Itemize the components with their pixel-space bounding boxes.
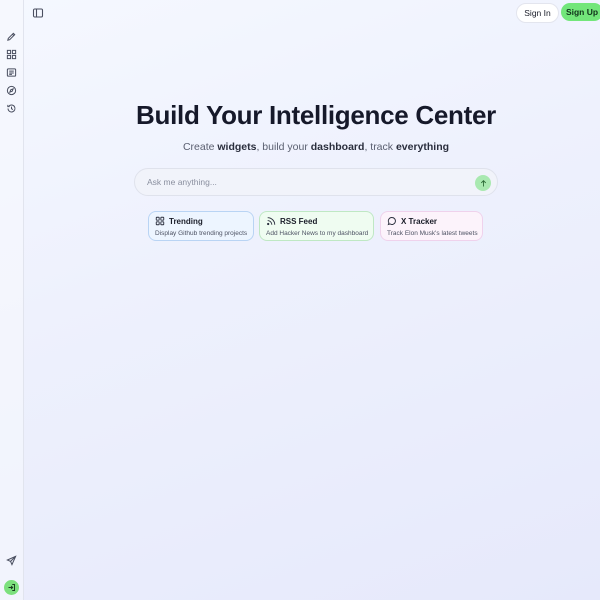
ask-search-box <box>134 168 498 196</box>
sidebar <box>0 0 24 600</box>
card-description: Track Elon Musk's latest tweets <box>387 230 478 237</box>
edit-icon[interactable] <box>6 31 17 42</box>
ask-input[interactable] <box>145 176 469 188</box>
card-title: RSS Feed <box>280 216 318 226</box>
rss-icon <box>267 217 276 226</box>
suggestion-card-trending[interactable]: Trending Display Github trending project… <box>148 211 254 241</box>
compass-icon[interactable] <box>6 85 17 96</box>
send-icon[interactable] <box>6 555 17 566</box>
grid-icon <box>155 216 165 226</box>
widgets-icon[interactable] <box>6 49 17 60</box>
suggestion-card-x-tracker[interactable]: X Tracker Track Elon Musk's latest tweet… <box>380 211 483 241</box>
card-description: Display Github trending projects <box>155 230 248 237</box>
card-title: Trending <box>169 216 203 226</box>
sidebar-toggle-icon[interactable] <box>32 6 44 18</box>
chat-bubble-icon <box>387 217 396 226</box>
login-icon[interactable] <box>4 580 19 595</box>
submit-button[interactable] <box>475 175 491 191</box>
sign-in-button[interactable]: Sign In <box>516 3 559 23</box>
sign-up-button[interactable]: Sign Up <box>561 3 600 21</box>
card-description: Add Hacker News to my dashboard <box>266 230 369 237</box>
suggestion-card-rss-feed[interactable]: RSS Feed Add Hacker News to my dashboard <box>259 211 374 241</box>
page-title: Build Your Intelligence Center <box>136 100 496 130</box>
page-subtitle: Create widgets, build your dashboard, tr… <box>182 141 450 153</box>
arrow-up-icon <box>480 179 486 186</box>
card-title: X Tracker <box>401 216 438 226</box>
newspaper-icon[interactable] <box>6 67 17 78</box>
